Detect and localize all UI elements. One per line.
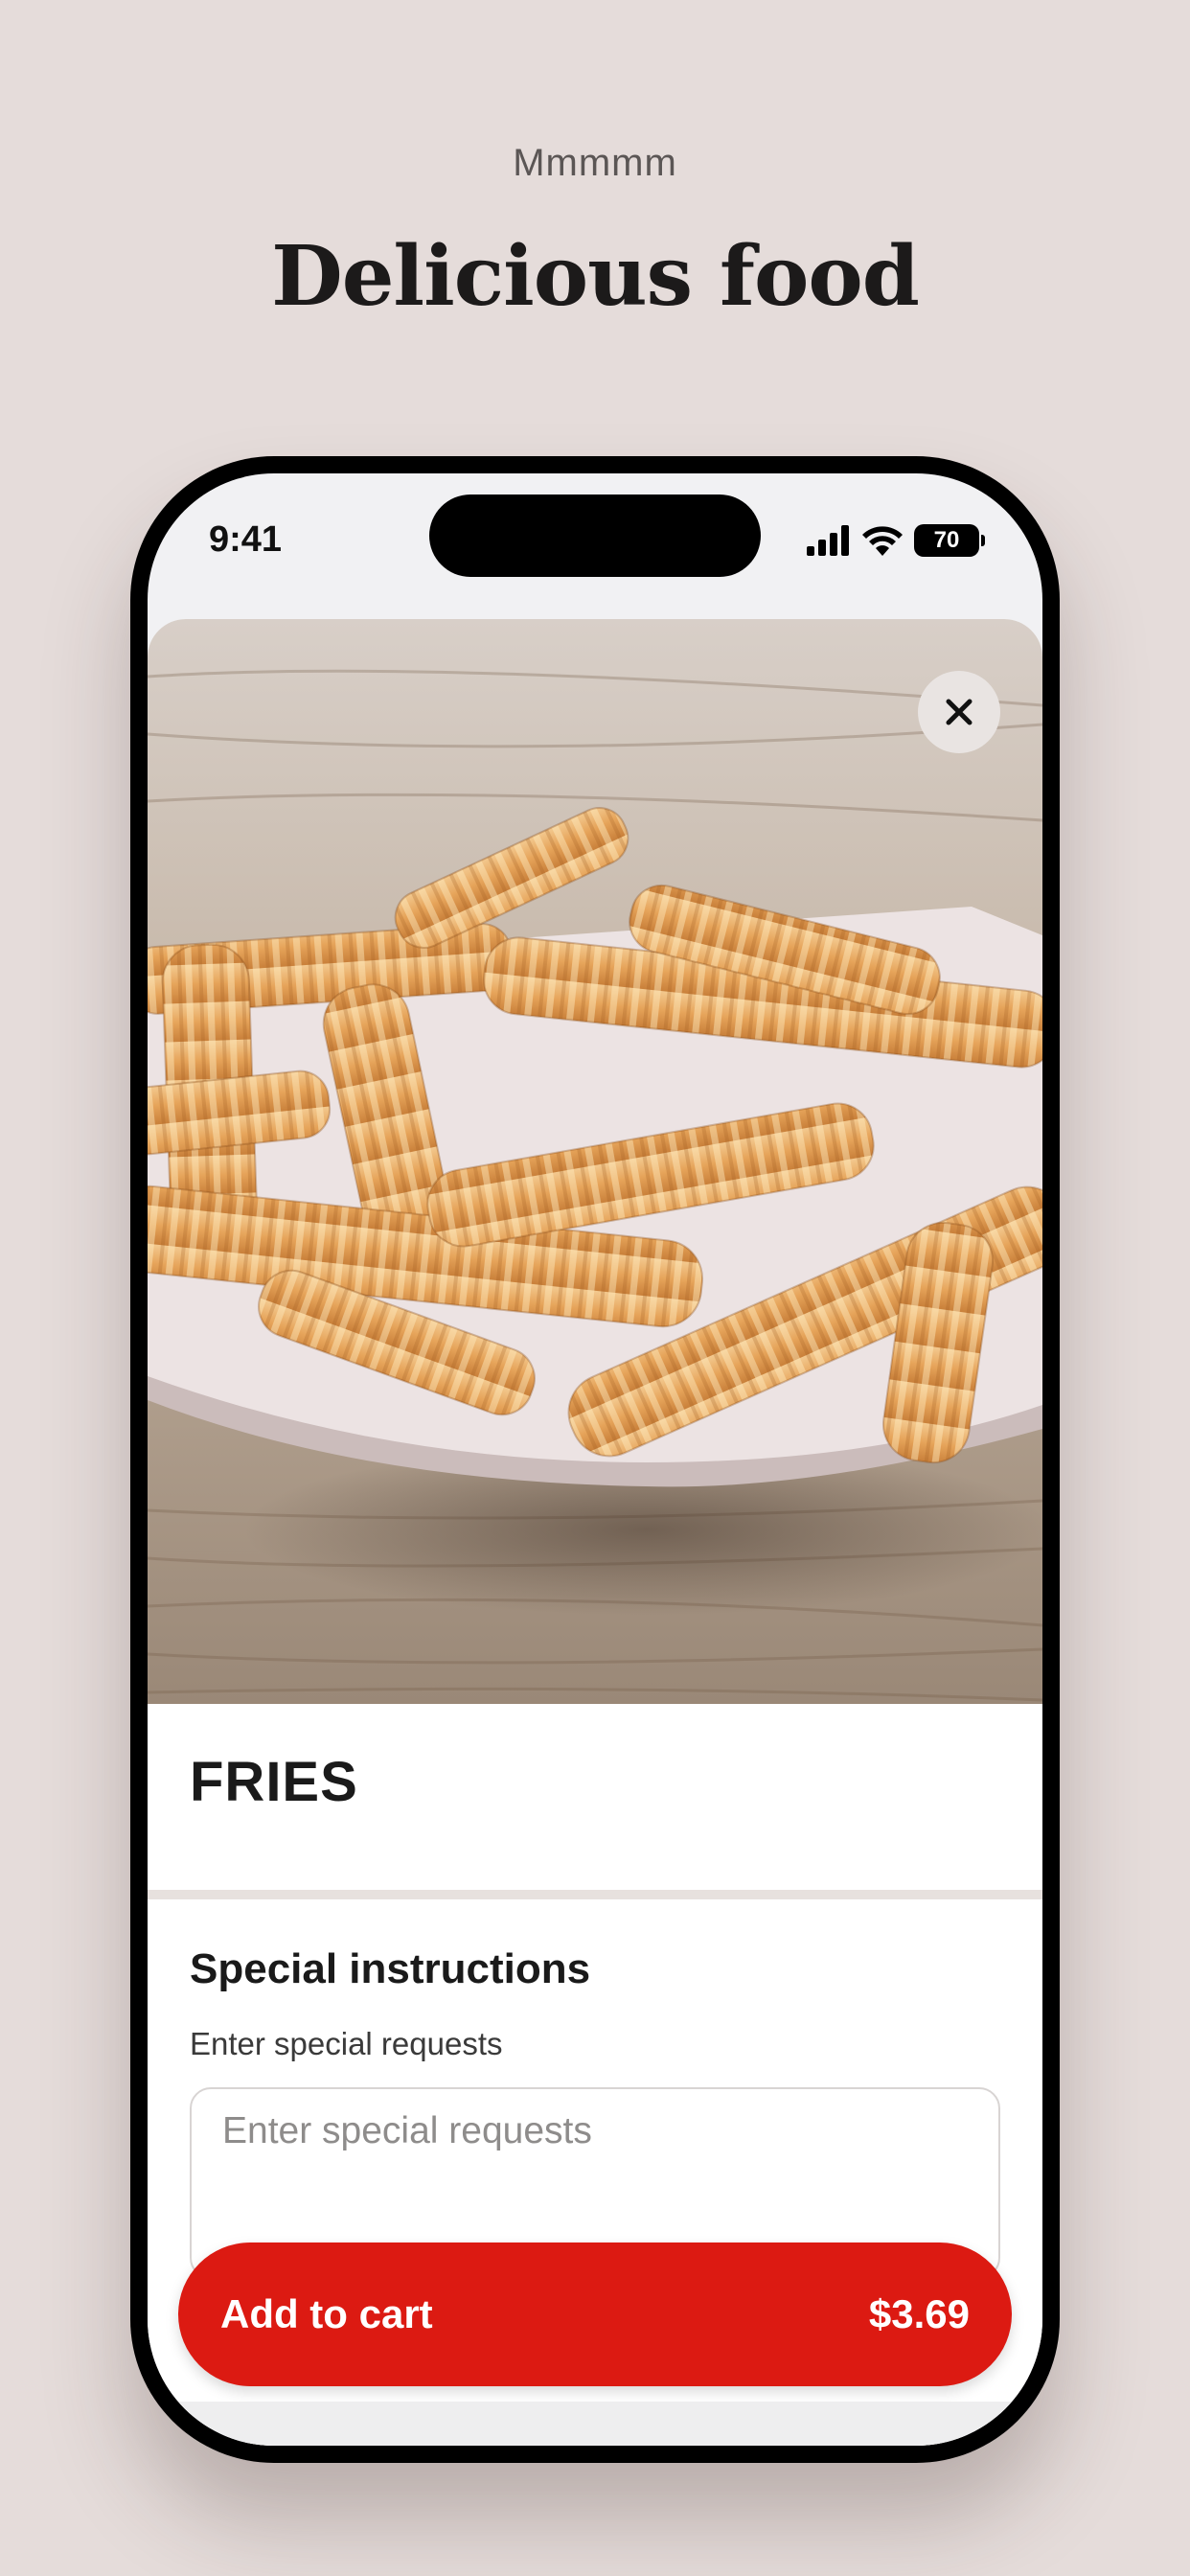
dynamic-island: [429, 494, 761, 577]
section-divider: [148, 1890, 1042, 1899]
close-icon: [946, 699, 973, 725]
signal-icon: [807, 525, 849, 556]
phone-screen: 9:41 70 FRIES Special instructions Enter…: [148, 473, 1042, 2446]
special-instructions-title: Special instructions: [190, 1945, 591, 1992]
bottom-safe-area: [148, 2402, 1042, 2446]
wifi-icon: [862, 526, 903, 556]
close-button[interactable]: [918, 671, 1000, 753]
status-icons: 70: [807, 521, 985, 560]
item-detail-sheet: FRIES Special instructions Enter special…: [148, 619, 1042, 2446]
status-time: 9:41: [209, 519, 283, 560]
phone-frame: 9:41 70 FRIES Special instructions Enter…: [130, 456, 1060, 2463]
promo-kicker: Mmmmm: [513, 142, 677, 184]
fries-photo: [148, 619, 1042, 1704]
special-instructions-subtitle: Enter special requests: [190, 2026, 503, 2061]
item-name: FRIES: [190, 1751, 358, 1813]
promo-title: Delicious food: [271, 228, 920, 325]
battery-level: 70: [933, 527, 960, 553]
battery-icon: 70: [914, 524, 985, 557]
status-bar: 9:41 70: [148, 473, 1042, 617]
add-to-cart-label: Add to cart: [220, 2291, 433, 2336]
cart-price: $3.69: [868, 2291, 970, 2336]
add-to-cart-button[interactable]: Add to cart $3.69: [178, 2242, 1012, 2386]
